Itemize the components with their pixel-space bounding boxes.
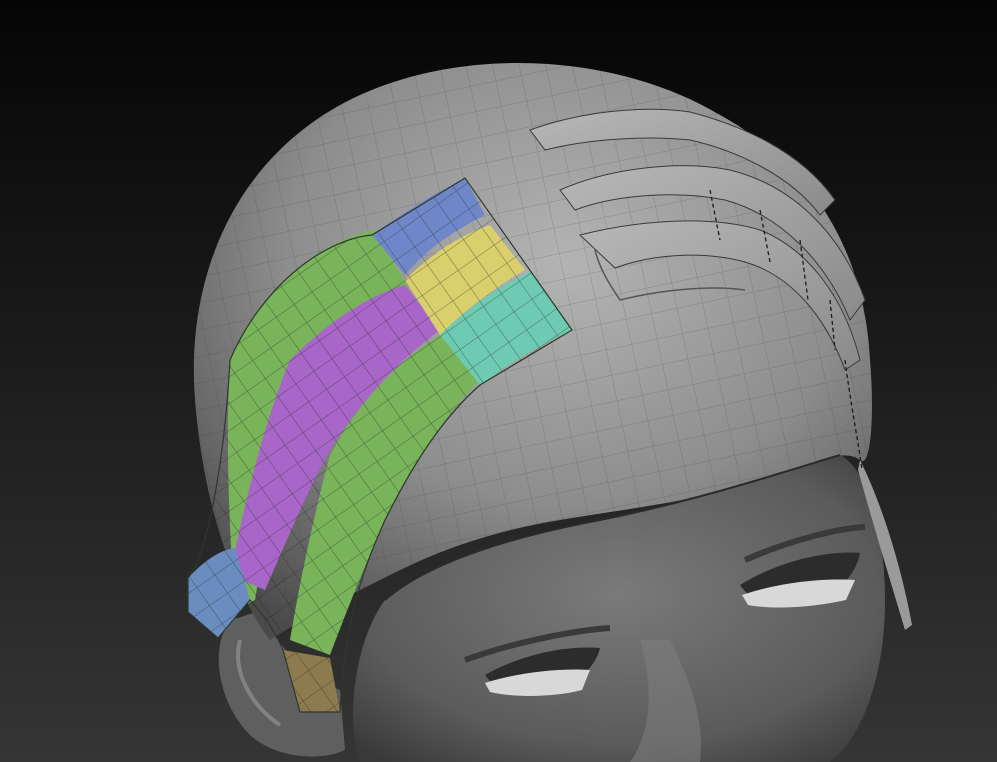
sculpt-scene[interactable] (0, 0, 997, 762)
viewport-3d[interactable] (0, 0, 997, 762)
